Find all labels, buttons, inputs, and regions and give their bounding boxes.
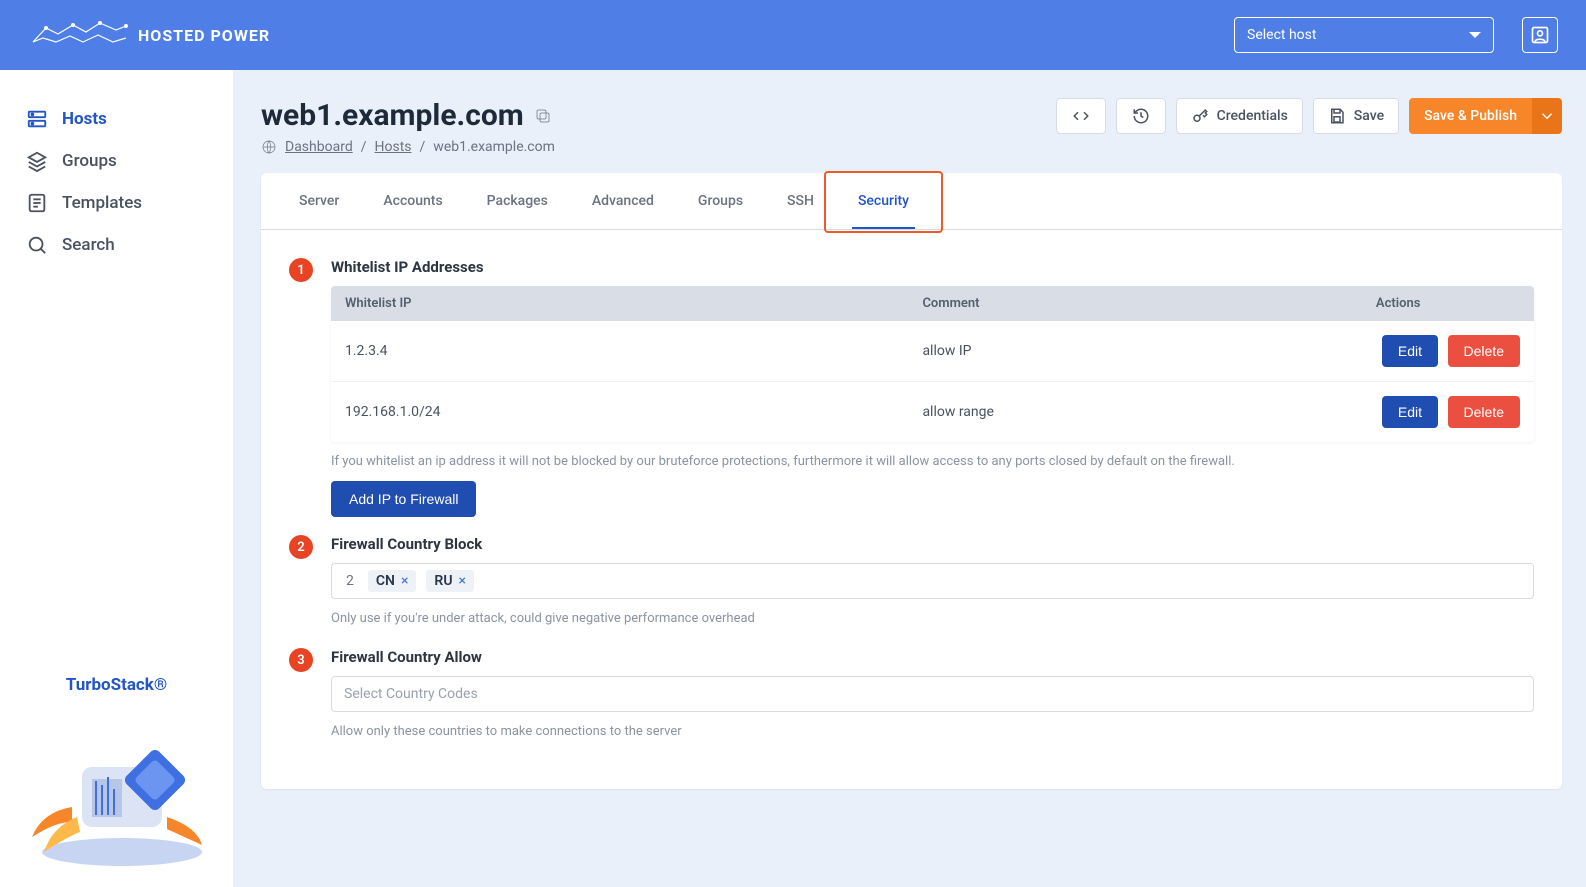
breadcrumb-current: web1.example.com (433, 139, 555, 155)
template-icon (26, 192, 48, 214)
country-chip: CN × (368, 570, 417, 592)
sidebar-item-label: Hosts (62, 109, 107, 129)
save-publish-dropdown[interactable] (1532, 98, 1562, 134)
save-icon (1328, 107, 1346, 125)
sidebar-item-search[interactable]: Search (0, 224, 233, 266)
credentials-label: Credentials (1217, 108, 1288, 124)
sidebar-item-label: Templates (62, 193, 142, 213)
chip-label: RU (434, 573, 452, 589)
delete-button[interactable]: Delete (1448, 396, 1520, 428)
chip-label: CN (376, 573, 395, 589)
main-content: web1.example.com Dashboard / Hosts / web… (233, 70, 1586, 887)
tab-ssh[interactable]: SSH (765, 173, 836, 229)
chip-remove-icon[interactable]: × (459, 573, 466, 589)
sidebar: Hosts Groups Templates Search TurboStack… (0, 70, 233, 887)
col-comment: Comment (908, 286, 1361, 321)
sidebar-item-label: Groups (62, 151, 117, 171)
cell-ip: 1.2.3.4 (331, 321, 908, 381)
cell-ip: 192.168.1.0/24 (331, 381, 908, 442)
whitelist-title: Whitelist IP Addresses (331, 258, 1534, 276)
breadcrumb-hosts[interactable]: Hosts (375, 139, 412, 155)
sidebar-item-groups[interactable]: Groups (0, 140, 233, 182)
host-selector[interactable]: Select host (1234, 17, 1494, 53)
country-chip: RU × (426, 570, 474, 592)
tab-groups[interactable]: Groups (676, 173, 765, 229)
country-block-count: 2 (342, 573, 358, 589)
server-icon (26, 108, 48, 130)
country-block-hint: Only use if you're under attack, could g… (331, 611, 1534, 626)
whitelist-hint: If you whitelist an ip address it will n… (331, 454, 1534, 469)
history-button[interactable] (1116, 98, 1166, 134)
tab-advanced[interactable]: Advanced (570, 173, 676, 229)
section-badge-3: 3 (289, 648, 313, 672)
add-ip-button[interactable]: Add IP to Firewall (331, 481, 476, 517)
country-block-title: Firewall Country Block (331, 535, 1534, 553)
table-row: 192.168.1.0/24 allow range Edit Delete (331, 381, 1534, 442)
country-allow-placeholder: Select Country Codes (344, 686, 478, 702)
chip-remove-icon[interactable]: × (401, 573, 408, 589)
country-allow-input[interactable]: Select Country Codes (331, 676, 1534, 712)
section-badge-1: 1 (289, 258, 313, 282)
user-icon (1530, 25, 1550, 45)
top-bar: HOSTED POWER Select host (0, 0, 1586, 70)
host-selector-placeholder: Select host (1247, 27, 1316, 43)
sidebar-footer-brand: TurboStack® (0, 675, 233, 695)
tab-server[interactable]: Server (277, 173, 361, 229)
layers-icon (26, 150, 48, 172)
key-icon (1191, 107, 1209, 125)
sidebar-footer: TurboStack® (0, 665, 233, 887)
config-panel: Server Accounts Packages Advanced Groups… (261, 173, 1562, 789)
sidebar-item-hosts[interactable]: Hosts (0, 98, 233, 140)
sidebar-item-templates[interactable]: Templates (0, 182, 233, 224)
tab-accounts[interactable]: Accounts (361, 173, 464, 229)
page-title-text: web1.example.com (261, 98, 524, 133)
sidebar-item-label: Search (62, 235, 115, 255)
brand-text: HOSTED POWER (138, 26, 270, 45)
code-view-button[interactable] (1056, 98, 1106, 134)
user-menu-button[interactable] (1522, 17, 1558, 53)
page-header: web1.example.com Dashboard / Hosts / web… (261, 98, 1562, 155)
breadcrumb-dashboard[interactable]: Dashboard (285, 139, 353, 155)
save-label: Save (1354, 108, 1384, 124)
search-icon (26, 234, 48, 256)
chevron-down-icon (1538, 107, 1556, 125)
country-block-input[interactable]: 2 CN × RU × (331, 563, 1534, 599)
credentials-button[interactable]: Credentials (1176, 98, 1303, 134)
cell-comment: allow IP (908, 321, 1361, 381)
delete-button[interactable]: Delete (1448, 335, 1520, 367)
section-whitelist: 1 Whitelist IP Addresses Whitelist IP Co… (289, 258, 1534, 517)
cell-comment: allow range (908, 381, 1361, 442)
country-allow-hint: Allow only these countries to make conne… (331, 724, 1534, 739)
edit-button[interactable]: Edit (1382, 335, 1438, 367)
chevron-down-icon (1469, 32, 1481, 38)
page-title: web1.example.com (261, 98, 555, 133)
save-publish-label: Save & Publish (1424, 108, 1517, 124)
tabs: Server Accounts Packages Advanced Groups… (261, 173, 1562, 230)
edit-button[interactable]: Edit (1382, 396, 1438, 428)
country-allow-title: Firewall Country Allow (331, 648, 1534, 666)
turbostack-illustration (0, 707, 233, 867)
code-icon (1072, 107, 1090, 125)
whitelist-table: Whitelist IP Comment Actions 1.2.3.4 all… (331, 286, 1534, 442)
globe-icon (261, 139, 277, 155)
tab-packages[interactable]: Packages (465, 173, 570, 229)
copy-icon[interactable] (534, 107, 552, 125)
page-header-actions: Credentials Save Save & Publish (1056, 98, 1562, 134)
save-button[interactable]: Save (1313, 98, 1399, 134)
table-row: 1.2.3.4 allow IP Edit Delete (331, 321, 1534, 381)
col-ip: Whitelist IP (331, 286, 908, 321)
cheetah-icon (28, 20, 128, 50)
section-country-block: 2 Firewall Country Block 2 CN × RU × (289, 535, 1534, 638)
brand-logo: HOSTED POWER (28, 20, 270, 50)
tab-security[interactable]: Security (836, 173, 931, 229)
breadcrumb: Dashboard / Hosts / web1.example.com (261, 139, 555, 155)
save-publish-split: Save & Publish (1409, 98, 1562, 134)
save-publish-button[interactable]: Save & Publish (1409, 98, 1532, 134)
col-actions: Actions (1362, 286, 1534, 321)
section-badge-2: 2 (289, 535, 313, 559)
section-country-allow: 3 Firewall Country Allow Select Country … (289, 648, 1534, 751)
history-icon (1132, 107, 1150, 125)
